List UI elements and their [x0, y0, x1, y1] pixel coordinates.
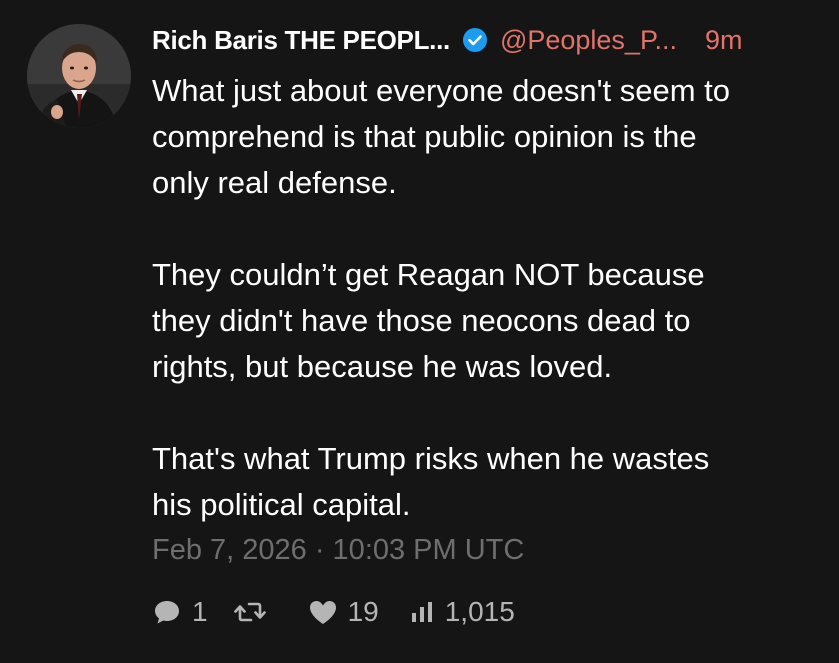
tweet-paragraph: They couldn’t get Reagan NOT because the… [152, 257, 705, 384]
author-handle[interactable]: @Peoples_P... [500, 25, 677, 56]
like-count: 19 [347, 596, 379, 627]
tweet-header: Rich Baris THE PEOPL... @Peoples_P... 9m [152, 22, 743, 58]
comment-icon [152, 597, 182, 627]
like-button[interactable]: 19 [308, 596, 379, 628]
tweet-paragraph: That's what Trump risks when he wastes h… [152, 441, 710, 522]
author-name[interactable]: Rich Baris THE PEOPL... [152, 25, 450, 56]
reply-count: 1 [192, 596, 208, 627]
heart-icon [308, 598, 338, 626]
tweet-card: Rich Baris THE PEOPL... @Peoples_P... 9m… [0, 0, 839, 663]
tweet-text: What just about everyone doesn't seem to… [152, 68, 822, 528]
bar-chart-icon [409, 599, 435, 625]
tweet-paragraph: What just about everyone doesn't seem to… [152, 73, 731, 200]
retweet-button[interactable] [233, 597, 276, 627]
avatar[interactable] [27, 24, 131, 128]
tweet-timestamp[interactable]: Feb 7, 2026 · 10:03 PM UTC [152, 534, 524, 567]
verified-badge-icon [462, 27, 488, 53]
engagement-bar: 1 19 1,015 [152, 592, 515, 632]
reply-button[interactable]: 1 [152, 596, 208, 628]
retweet-icon [233, 597, 266, 627]
views-button[interactable]: 1,015 [409, 596, 515, 628]
view-count: 1,015 [444, 596, 515, 627]
time-ago[interactable]: 9m [705, 25, 743, 56]
